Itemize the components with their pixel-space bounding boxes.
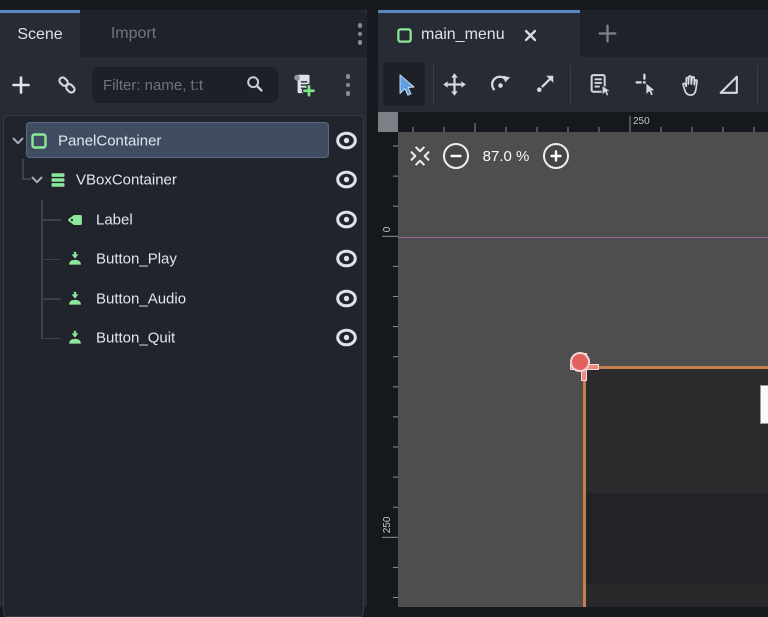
list-select-tool-button[interactable]	[583, 67, 617, 101]
2d-viewport[interactable]: 87.0 %	[398, 132, 768, 607]
origin-guide-line	[398, 237, 768, 238]
instance-scene-button[interactable]	[52, 70, 82, 100]
toolbar-separator	[570, 65, 571, 104]
node-name: Button_Audio	[96, 290, 187, 307]
node-name: Button_Quit	[96, 329, 176, 347]
select-tool-button[interactable]	[387, 67, 421, 101]
canvas-white-element	[760, 385, 768, 424]
pivot-marker[interactable]	[570, 352, 590, 372]
toolbar-separator	[757, 65, 758, 104]
ruler-tool-button[interactable]	[711, 67, 745, 101]
scene-tab-main-menu[interactable]: main_menu	[378, 10, 580, 57]
vbox-container-icon	[49, 171, 67, 189]
button-icon	[66, 329, 84, 347]
svg-text:250: 250	[382, 516, 393, 533]
button-icon	[66, 290, 84, 308]
list-select-icon	[590, 73, 612, 97]
scene-tab-label: main_menu	[421, 26, 505, 43]
pivot-icon	[634, 72, 656, 96]
tree-row-button_quit[interactable]: Button_Quit	[4, 319, 363, 358]
tree-row-panelcontainer[interactable]: PanelContainer	[4, 121, 363, 160]
rotate-tool-button[interactable]	[483, 67, 517, 101]
minus-icon	[450, 154, 462, 158]
pan-tool-button[interactable]	[673, 67, 707, 101]
visibility-toggle[interactable]	[334, 288, 360, 310]
scene-toolbar	[0, 57, 367, 112]
new-scene-tab-button[interactable]	[595, 21, 619, 45]
script-add-icon	[294, 74, 316, 98]
panel-container-icon	[397, 27, 412, 43]
move-tool-button[interactable]	[437, 67, 471, 101]
svg-text:250: 250	[633, 116, 650, 127]
center-view-icon[interactable]	[408, 144, 432, 168]
scene-tree: PanelContainer VBoxContainer Label Button_P…	[3, 115, 364, 617]
zoom-in-button[interactable]	[543, 143, 569, 169]
chain-link-icon	[58, 76, 76, 94]
visibility-toggle[interactable]	[334, 130, 360, 152]
scene-tree-menu-icon[interactable]	[340, 71, 356, 99]
chevron-down-icon[interactable]	[29, 172, 45, 188]
tree-row-vboxcontainer[interactable]: VBoxContainer	[4, 161, 363, 200]
selection-border-top	[583, 366, 768, 369]
tree-row-button_audio[interactable]: Button_Audio	[4, 279, 363, 318]
chevron-down-icon[interactable]	[10, 133, 26, 149]
plus-icon	[12, 76, 30, 94]
dock-tab-bar: Scene Import	[0, 10, 367, 57]
search-icon	[244, 73, 266, 95]
selection-border-left	[583, 366, 586, 607]
scene-dock: Scene Import Filter: name, t:t PanelCont…	[0, 10, 367, 617]
node-name: Label	[96, 211, 133, 228]
move-icon	[442, 72, 466, 96]
main-viewport-panel: main_menu 250 0 250 87.0 %	[378, 10, 768, 607]
tab-import[interactable]: Import	[80, 10, 187, 57]
dock-options-icon[interactable]	[352, 22, 368, 46]
button-icon	[66, 250, 84, 268]
zoom-controls: 87.0 %	[408, 142, 569, 170]
plus-icon	[550, 150, 562, 162]
rotate-icon	[490, 75, 510, 91]
attach-script-button[interactable]	[288, 69, 318, 101]
scale-icon	[536, 75, 553, 92]
canvas-panel-region	[585, 368, 768, 493]
change-pivot-tool-button[interactable]	[629, 67, 663, 101]
canvas-toolbar	[378, 57, 768, 112]
horizontal-ruler: 250	[398, 112, 768, 132]
tree-row-button_play[interactable]: Button_Play	[4, 240, 363, 279]
ruler-corner-button[interactable]	[378, 112, 398, 132]
close-tab-icon[interactable]	[521, 26, 540, 45]
triangle-ruler-icon	[719, 75, 738, 94]
visibility-toggle[interactable]	[334, 248, 360, 270]
hand-icon	[681, 74, 698, 96]
toolbar-separator	[433, 65, 434, 104]
plus-icon	[598, 24, 616, 42]
panel-container-icon	[30, 132, 48, 150]
svg-text:0: 0	[382, 226, 393, 232]
node-name: PanelContainer	[58, 132, 162, 149]
node-name: VBoxContainer	[76, 171, 177, 189]
tab-scene[interactable]: Scene	[0, 10, 80, 57]
zoom-out-button[interactable]	[443, 143, 469, 169]
label-icon	[66, 211, 84, 229]
vertical-ruler: 0 250	[378, 132, 398, 607]
add-node-button[interactable]	[6, 70, 36, 100]
canvas-panel-region	[585, 584, 768, 607]
scene-tab-bar: main_menu	[378, 10, 768, 57]
node-name: Button_Play	[96, 250, 177, 268]
visibility-toggle[interactable]	[334, 209, 360, 231]
canvas-panel-container	[585, 368, 768, 607]
visibility-toggle[interactable]	[334, 169, 360, 191]
zoom-percentage[interactable]: 87.0 %	[480, 148, 532, 165]
select-cursor-icon	[399, 73, 414, 96]
tab-import-label: Import	[110, 24, 157, 42]
canvas-button-region	[585, 493, 768, 584]
tree-row-label[interactable]: Label	[4, 200, 363, 239]
visibility-toggle[interactable]	[334, 327, 360, 349]
tab-scene-label: Scene	[17, 26, 63, 43]
scale-tool-button[interactable]	[527, 67, 561, 101]
